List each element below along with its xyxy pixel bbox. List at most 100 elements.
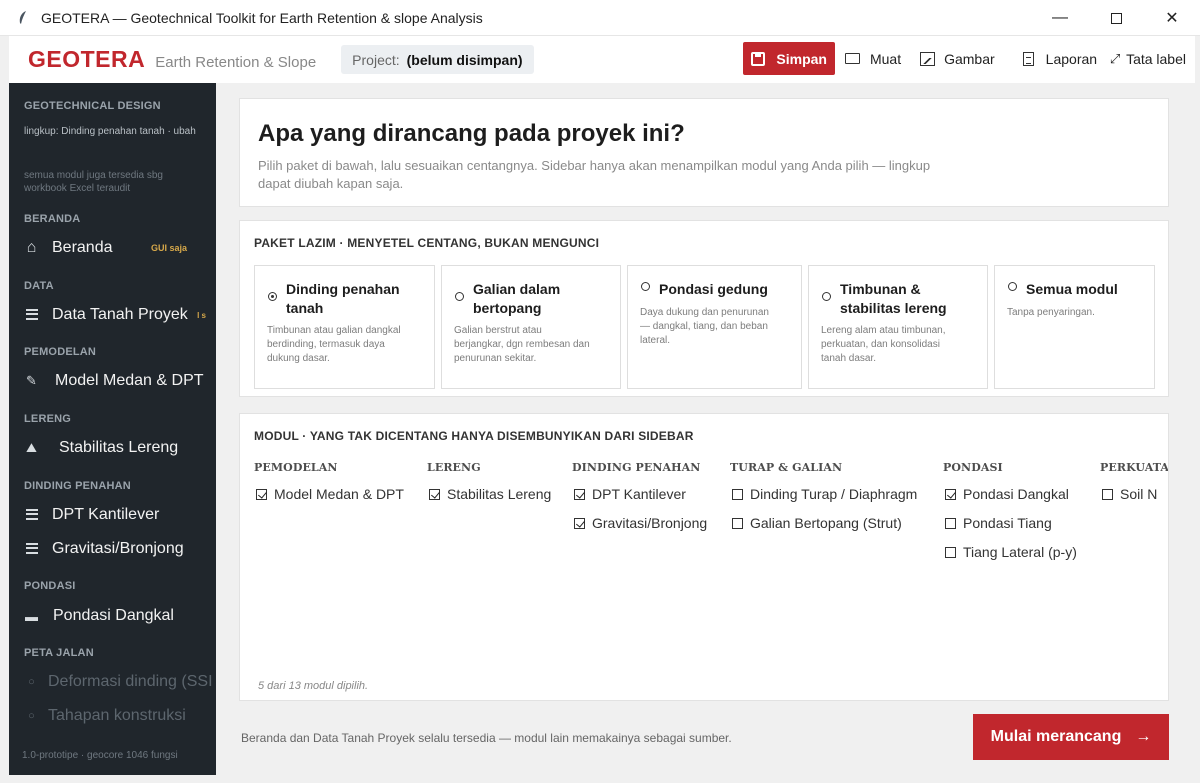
group-label-lereng: LERENG <box>24 413 72 425</box>
workbook-note: semua modul juga tersedia sbg workbook E… <box>24 170 163 194</box>
intro-description: Pilih paket di bawah, lalu sesuaikan cen… <box>258 158 931 191</box>
package-title: Timbunan & stabilitas lereng <box>840 281 947 316</box>
group-label-pemodelan: PEMODELAN <box>24 346 97 358</box>
slope-icon: ⛰ <box>26 440 37 455</box>
module-group-pondasi: PONDASI <box>943 461 1003 474</box>
packages-title: PAKET LAZIM · MENYETEL CENTANG, BUKAN ME… <box>254 236 600 250</box>
image-button[interactable]: Gambar <box>919 51 995 67</box>
sidebar-item-label: Gravitasi/Bronjong <box>52 540 184 557</box>
minimize-button[interactable]: — <box>1032 0 1088 36</box>
radio-icon <box>822 292 831 301</box>
package-title: Pondasi gedung <box>659 281 768 297</box>
sidebar-item-data-tanah[interactable]: Data Tanah Proyek l s <box>24 303 209 327</box>
module-checkbox-tiang-lateral[interactable]: Tiang Lateral (p-y) <box>945 544 1077 560</box>
scope-link[interactable]: lingkup: Dinding penahan tanah · ubah <box>24 125 204 138</box>
sidebar-item-dpt-kantilever[interactable]: DPT Kantilever <box>24 503 209 527</box>
module-label: DPT Kantilever <box>592 486 686 502</box>
save-icon <box>751 51 766 66</box>
package-description: Tanpa penyaringan. <box>1007 307 1095 318</box>
sidebar-item-model-medan[interactable]: ✎ Model Medan & DPT <box>24 369 209 393</box>
sidebar-item-label: Stabilitas Lereng <box>59 439 179 456</box>
package-galian-dalam[interactable]: Galian dalam bertopang Galian berstrut a… <box>441 265 621 389</box>
module-checkbox-pondasi-dangkal[interactable]: Pondasi Dangkal <box>945 486 1069 502</box>
report-button[interactable]: Laporan <box>1021 51 1097 67</box>
module-checkbox-soil-nailing[interactable]: Soil N <box>1102 486 1157 502</box>
module-checkbox-pondasi-tiang[interactable]: Pondasi Tiang <box>945 515 1052 531</box>
module-group-lereng: LERENG <box>427 461 481 474</box>
roadmap-dot-icon: ○ <box>28 710 35 722</box>
module-label: Gravitasi/Bronjong <box>592 515 708 531</box>
package-timbunan-lereng[interactable]: Timbunan & stabilitas lereng Lereng alam… <box>808 265 988 389</box>
footer-note: Beranda dan Data Tanah Proyek selalu ter… <box>241 731 732 745</box>
group-label-peta-jalan: PETA JALAN <box>24 647 94 659</box>
save-label: Simpan <box>776 50 827 67</box>
checkbox-icon <box>732 517 743 529</box>
document-icon <box>1021 51 1037 67</box>
sidebar-item-gravitasi-bronjong[interactable]: Gravitasi/Bronjong <box>24 537 209 561</box>
minimize-icon: — <box>1052 9 1068 26</box>
checkbox-icon <box>574 517 585 529</box>
sidebar-item-tahapan: ○ Tahapan konstruksi <box>24 704 209 728</box>
layout-button[interactable]: ⤢ Tata label <box>1109 51 1186 67</box>
sidebar-item-label: Beranda <box>52 239 113 256</box>
maximize-button[interactable] <box>1088 0 1144 36</box>
module-label: Model Medan & DPT <box>274 486 404 502</box>
module-count-text: 5 dari 13 modul dipilih. <box>258 680 369 692</box>
sidebar-item-deformasi: ○ Deformasi dinding (SSI <box>24 670 214 694</box>
group-label-pondasi: PONDASI <box>24 580 76 592</box>
project-indicator: Project: (belum disimpan) <box>341 45 534 74</box>
module-group-turap-galian: TURAP & GALIAN <box>730 461 843 474</box>
radio-icon <box>641 282 650 291</box>
sidebar: GEOTECHNICAL DESIGN lingkup: Dinding pen… <box>9 83 216 775</box>
project-label: Project: <box>352 51 400 68</box>
sidebar-item-pondasi-dangkal[interactable]: ▬ Pondasi Dangkal <box>24 604 209 628</box>
pencil-icon: ✎ <box>26 373 37 388</box>
window-title: GEOTERA — Geotechnical Toolkit for Earth… <box>41 9 483 26</box>
sidebar-item-stabilitas-lereng[interactable]: ⛰ Stabilitas Lereng <box>24 436 209 460</box>
layout-label: Tata label <box>1126 50 1186 67</box>
package-title: Semua modul <box>1026 281 1118 297</box>
module-label: Pondasi Dangkal <box>963 486 1069 502</box>
close-icon: ✕ <box>1165 10 1179 27</box>
intro-card: Apa yang dirancang pada proyek ini? Pili… <box>239 98 1169 207</box>
app-logo: GEOTERA <box>28 46 146 72</box>
module-group-perkuatan: PERKUATA <box>1100 461 1169 474</box>
gui-only-badge: GUI saja <box>150 243 187 253</box>
module-label: Pondasi Tiang <box>963 515 1052 531</box>
checkbox-icon <box>574 488 585 500</box>
module-label: Tiang Lateral (p-y) <box>963 544 1077 560</box>
module-checkbox-galian-bertopang[interactable]: Galian Bertopang (Strut) <box>732 515 902 531</box>
main-content: Apa yang dirancang pada proyek ini? Pili… <box>216 83 1195 775</box>
module-label: Stabilitas Lereng <box>447 486 552 502</box>
table-icon <box>24 508 39 523</box>
checkbox-icon <box>945 488 956 500</box>
load-button[interactable]: Muat <box>845 51 901 67</box>
version-text: 1.0-prototipe · geocore 1046 fungsi <box>22 750 178 761</box>
package-pondasi-gedung[interactable]: Pondasi gedung Daya dukung dan penurunan… <box>627 265 802 389</box>
module-checkbox-model-medan[interactable]: Model Medan & DPT <box>256 486 404 502</box>
sidebar-item-label: Model Medan & DPT <box>55 372 204 389</box>
package-dinding-penahan[interactable]: Dinding penahan tanah Timbunan atau gali… <box>254 265 435 389</box>
start-design-button[interactable]: Mulai merancang → <box>973 714 1169 760</box>
save-button[interactable]: Simpan <box>743 42 835 75</box>
module-label: Soil N <box>1120 486 1158 502</box>
roadmap-dot-icon: ○ <box>28 676 35 688</box>
sidebar-item-label: Deformasi dinding (SSI <box>48 673 213 690</box>
module-group-pemodelan: PEMODELAN <box>254 461 338 474</box>
modules-card: MODUL · YANG TAK DICENTANG HANYA DISEMBU… <box>239 413 1169 701</box>
sidebar-item-label: Tahapan konstruksi <box>48 707 186 724</box>
module-checkbox-gravitasi-bronjong[interactable]: Gravitasi/Bronjong <box>574 515 707 531</box>
radio-icon <box>455 292 464 301</box>
checkbox-icon <box>429 488 440 500</box>
image-label: Gambar <box>944 50 995 67</box>
package-description: Timbunan atau galian dangkal berdinding,… <box>267 325 401 364</box>
sidebar-item-beranda[interactable]: ⌂ Beranda GUI saja <box>24 236 209 260</box>
module-checkbox-dpt-kantilever[interactable]: DPT Kantilever <box>574 486 686 502</box>
folder-icon <box>845 51 861 67</box>
module-checkbox-stabilitas-lereng[interactable]: Stabilitas Lereng <box>429 486 551 502</box>
app-header: GEOTERA Earth Retention & Slope Project:… <box>9 36 1195 83</box>
package-title: Dinding penahan tanah <box>286 281 400 316</box>
module-checkbox-dinding-turap[interactable]: Dinding Turap / Diaphragm <box>732 486 917 502</box>
package-semua-modul[interactable]: Semua modul Tanpa penyaringan. <box>994 265 1155 389</box>
close-button[interactable]: ✕ <box>1144 0 1200 36</box>
